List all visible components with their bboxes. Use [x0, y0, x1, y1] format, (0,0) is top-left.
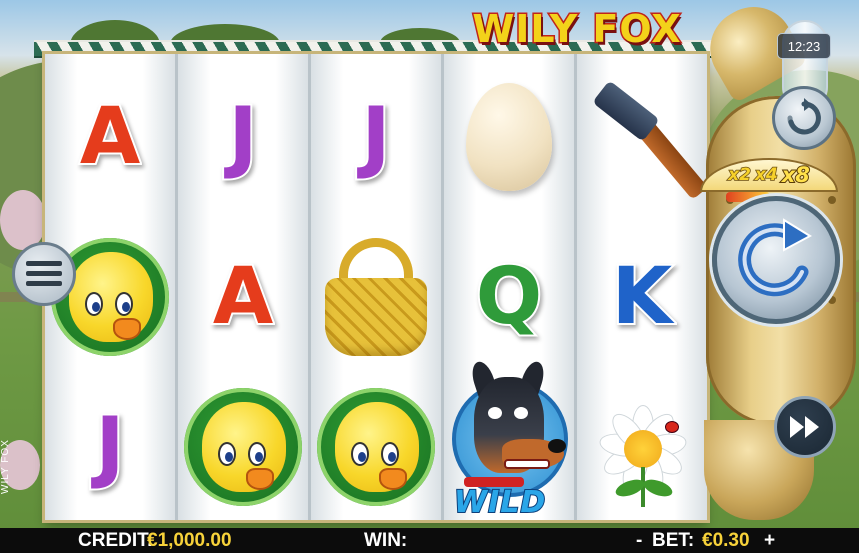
- menu-button[interactable]: [12, 242, 76, 306]
- letter-a-symbol: A: [78, 92, 142, 182]
- credit-label: CREDIT:: [78, 530, 153, 551]
- side-game-label: WILY FOX: [0, 439, 11, 494]
- letter-j-symbol: J: [93, 402, 126, 492]
- symbol-basket: [311, 222, 441, 372]
- symbol-a: A: [178, 222, 308, 372]
- blossom-bush: [0, 190, 46, 250]
- bet-value: €0.30: [702, 530, 750, 551]
- reel-4: Q WILD: [444, 54, 574, 521]
- letter-j-symbol: J: [226, 92, 259, 182]
- spin-button[interactable]: [712, 196, 840, 324]
- symbol-chick: [311, 372, 441, 522]
- symbol-k: K: [577, 222, 707, 372]
- letter-a-symbol: A: [211, 252, 275, 342]
- letter-k-symbol: K: [610, 252, 674, 342]
- multiplier-x2: x2: [727, 164, 751, 186]
- basket-icon: [321, 238, 431, 356]
- clock: 12:23: [777, 33, 831, 59]
- symbol-j: J: [45, 372, 175, 522]
- chick-icon: [317, 388, 435, 506]
- status-bar: CREDIT: €1,000.00 WIN: - BET: €0.30 +: [0, 528, 859, 553]
- hammer-icon: [582, 77, 708, 201]
- reel-3: J: [311, 54, 441, 520]
- symbol-j: J: [311, 62, 441, 212]
- wild-label: WILD: [453, 484, 547, 521]
- symbol-j: J: [178, 62, 308, 212]
- multiplier-x4: x4: [754, 164, 778, 186]
- symbol-wild-dog: WILD: [444, 354, 574, 521]
- reel-5: K: [577, 54, 708, 522]
- wild-dog-icon: WILD: [444, 357, 574, 521]
- daisy-icon: [587, 387, 697, 507]
- ladybug-icon: [665, 421, 679, 433]
- bet-label: BET:: [652, 530, 695, 551]
- turbo-button[interactable]: [774, 396, 836, 458]
- letter-q-symbol: Q: [474, 252, 544, 342]
- spin-icon: [730, 214, 822, 306]
- game-logo: WILY FOX: [471, 6, 682, 53]
- menu-icon: [26, 259, 62, 289]
- win-label: WIN:: [364, 530, 408, 551]
- bet-decrease-button[interactable]: -: [636, 530, 642, 552]
- egg-icon: [466, 83, 552, 191]
- symbol-chick: [178, 372, 308, 522]
- reel-2: J A: [178, 54, 308, 520]
- bet-increase-button[interactable]: +: [764, 530, 775, 552]
- multiplier-x8: x8: [781, 162, 811, 188]
- replay-icon: [784, 98, 824, 138]
- symbol-q: Q: [444, 222, 574, 372]
- symbol-hammer: [577, 62, 708, 212]
- symbol-daisy: [577, 372, 707, 522]
- replay-button[interactable]: [772, 86, 836, 150]
- fast-forward-icon: [788, 414, 822, 440]
- symbol-a: A: [45, 62, 175, 212]
- credit-value: €1,000.00: [147, 530, 232, 551]
- reel-grid: A J J A J Q WILD K: [45, 54, 708, 522]
- chick-icon: [184, 388, 302, 506]
- letter-j-symbol: J: [359, 92, 392, 182]
- symbol-egg: [444, 62, 574, 212]
